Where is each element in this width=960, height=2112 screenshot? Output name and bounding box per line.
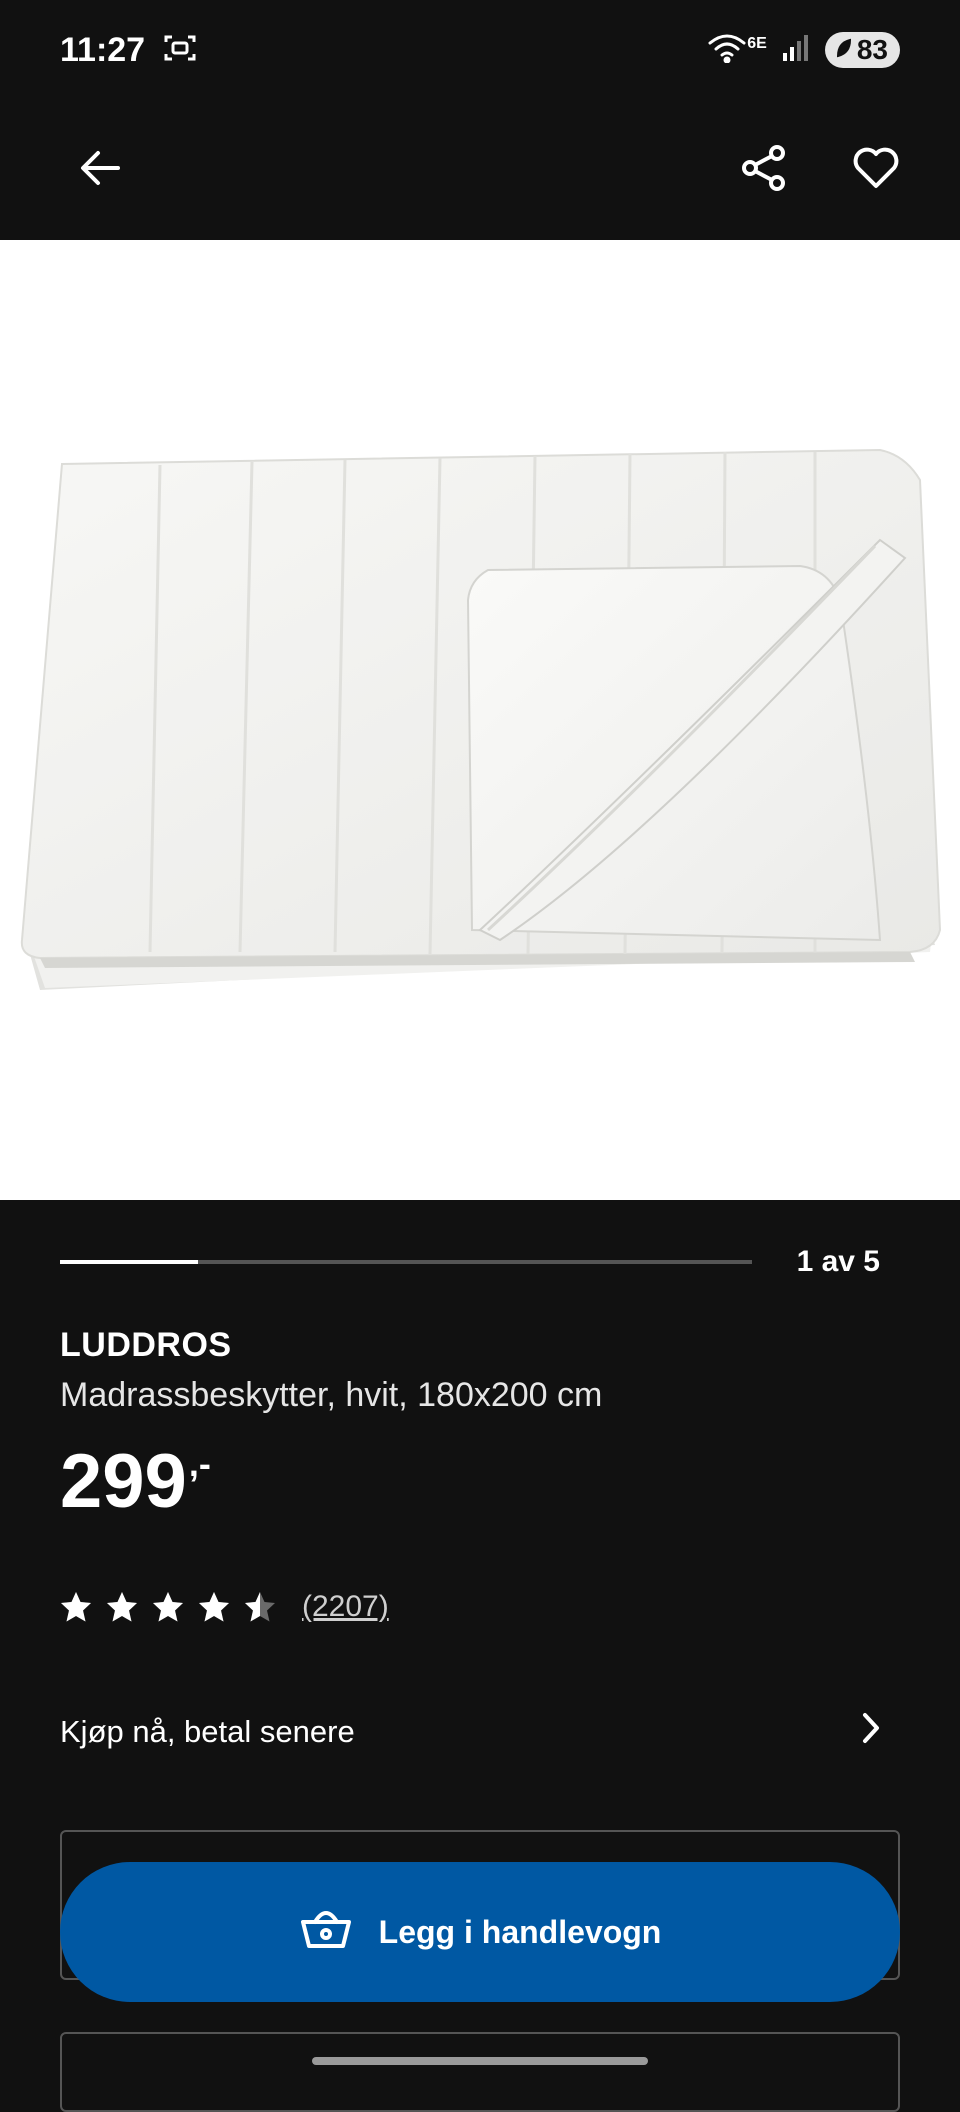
add-to-cart-label: Legg i handlevogn bbox=[378, 1913, 662, 1950]
gallery-counter: 1 av 5 bbox=[796, 1245, 880, 1278]
share-icon bbox=[741, 144, 787, 197]
product-brand: LUDDROS bbox=[60, 1326, 232, 1364]
bnpl-label: Kjøp nå, betal senere bbox=[60, 1714, 355, 1749]
chevron-right-icon bbox=[860, 1711, 882, 1753]
status-time: 11:27 bbox=[60, 30, 146, 69]
shopping-basket-icon bbox=[299, 1906, 353, 1958]
secondary-options-box bbox=[60, 2032, 900, 2112]
gallery-progress-track bbox=[60, 1260, 752, 1264]
product-price: 299 ,- bbox=[60, 1440, 211, 1524]
star-icon bbox=[61, 1592, 91, 1622]
battery-indicator: 83 bbox=[824, 32, 900, 68]
status-right: 6E 83 bbox=[707, 32, 900, 68]
back-button[interactable] bbox=[72, 142, 128, 198]
signal-icon bbox=[781, 33, 811, 68]
battery-level: 83 bbox=[856, 34, 888, 65]
status-bar: 11:27 6E 83 bbox=[0, 0, 960, 100]
share-button[interactable] bbox=[736, 142, 792, 198]
star-icon bbox=[199, 1592, 229, 1622]
status-left: 11:27 bbox=[60, 31, 197, 70]
network-label: 6E bbox=[747, 35, 767, 52]
product-description: Madrassbeskytter, hvit, 180x200 cm bbox=[60, 1376, 603, 1414]
mattress-protector-illustration bbox=[20, 448, 942, 990]
gallery-progress-fill bbox=[60, 1260, 199, 1264]
battery-saver-icon bbox=[835, 34, 853, 66]
star-icon bbox=[245, 1592, 275, 1622]
screenshot-icon bbox=[163, 33, 197, 68]
app-bar bbox=[0, 100, 960, 240]
buy-now-pay-later-row[interactable]: Kjøp nå, betal senere bbox=[60, 1700, 900, 1764]
favorite-button[interactable] bbox=[848, 142, 904, 198]
arrow-left-icon bbox=[78, 148, 122, 193]
price-suffix: ,- bbox=[188, 1443, 211, 1484]
add-to-cart-button[interactable]: Legg i handlevogn bbox=[60, 1862, 900, 2002]
star-icon bbox=[153, 1592, 183, 1622]
product-rating[interactable]: (2207) bbox=[60, 1590, 389, 1624]
app-bar-actions bbox=[736, 142, 904, 198]
rating-stars bbox=[60, 1591, 276, 1623]
star-icon bbox=[107, 1592, 137, 1622]
product-image[interactable] bbox=[0, 240, 960, 1200]
heart-outline-icon bbox=[852, 146, 900, 195]
review-count-link[interactable]: (2207) bbox=[302, 1590, 389, 1624]
home-indicator[interactable] bbox=[312, 2057, 648, 2065]
price-amount: 299 bbox=[60, 1439, 187, 1524]
gallery-progress: 1 av 5 bbox=[60, 1240, 900, 1284]
wifi-icon bbox=[707, 33, 747, 68]
